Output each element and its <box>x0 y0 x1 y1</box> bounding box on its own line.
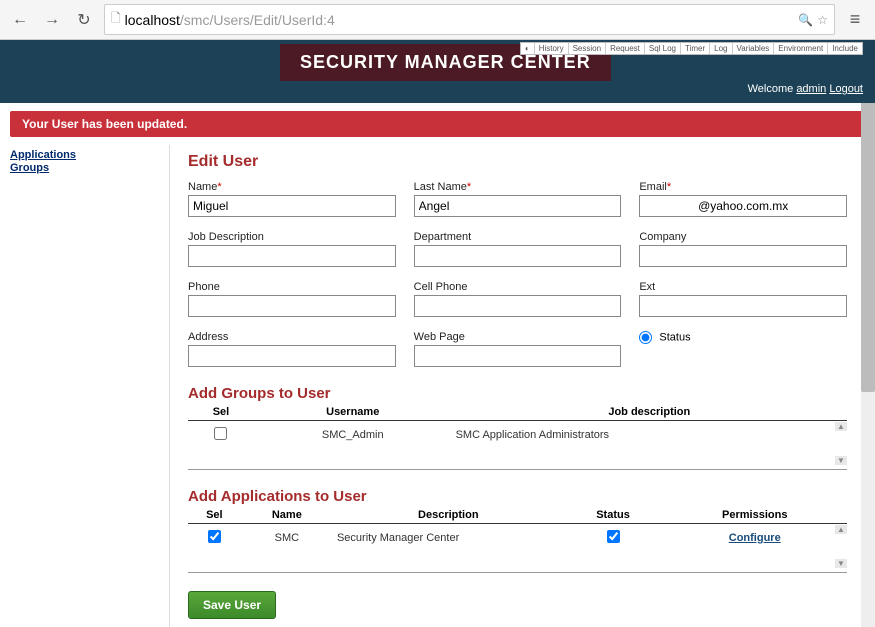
groups-scroll-up-icon[interactable]: ▲ <box>835 422 847 431</box>
url-bar[interactable]: 🗋 localhost/smc/Users/Edit/UserId:4 🔍 ☆ <box>104 4 835 35</box>
cellphone-label: Cell Phone <box>414 281 622 293</box>
department-input[interactable] <box>414 245 622 267</box>
save-button[interactable]: Save User <box>188 591 276 619</box>
groups-title: Add Groups to User <box>188 385 847 402</box>
page-icon: 🗋 <box>111 9 121 30</box>
app-sel-checkbox[interactable] <box>208 530 221 543</box>
company-input[interactable] <box>639 245 847 267</box>
debug-toolbar[interactable]: ◐ History Session Request Sql Log Timer … <box>520 42 863 55</box>
apps-table: Sel Name Description Status Permissions … <box>188 507 847 552</box>
apps-scroll-up-icon[interactable]: ▲ <box>835 525 847 534</box>
cellphone-input[interactable] <box>414 295 622 317</box>
table-row: SMC Security Manager Center Configure <box>188 524 847 553</box>
name-label: Name* <box>188 181 396 193</box>
user-line: Welcome admin Logout <box>0 81 875 97</box>
ext-label: Ext <box>639 281 847 293</box>
configure-link[interactable]: Configure <box>729 532 781 544</box>
lastname-input[interactable] <box>414 195 622 217</box>
ext-input[interactable] <box>639 295 847 317</box>
email-input[interactable] <box>639 195 847 217</box>
browser-chrome: ← → ↻ 🗋 localhost/smc/Users/Edit/UserId:… <box>0 0 875 40</box>
app-status-checkbox[interactable] <box>607 530 620 543</box>
forward-button[interactable]: → <box>40 8 64 32</box>
groups-scroll-down-icon[interactable]: ▼ <box>835 456 847 465</box>
logout-link[interactable]: Logout <box>829 83 863 95</box>
apps-title: Add Applications to User <box>188 488 847 505</box>
webpage-input[interactable] <box>414 345 622 367</box>
jobdesc-label: Job Description <box>188 231 396 243</box>
sidebar-applications[interactable]: Applications <box>10 149 169 161</box>
groups-header-row: Sel Username Job description <box>188 404 847 421</box>
main-content: Edit User Name* Last Name* Email* Job De… <box>170 145 865 627</box>
groups-table-wrap: Sel Username Job description SMC_Admin S… <box>188 404 847 470</box>
company-label: Company <box>639 231 847 243</box>
group-sel-checkbox[interactable] <box>214 427 227 440</box>
url-text: localhost/smc/Users/Edit/UserId:4 <box>125 12 799 28</box>
webpage-label: Web Page <box>414 331 622 343</box>
page-title: Edit User <box>188 153 847 171</box>
flash-message: Your User has been updated. <box>10 111 865 137</box>
sidebar-groups[interactable]: Groups <box>10 162 169 174</box>
star-icon[interactable]: ☆ <box>817 13 828 27</box>
status-label: Status <box>659 331 690 343</box>
debug-icon[interactable]: ◐ <box>521 43 535 54</box>
sidebar: Applications Groups <box>10 145 170 627</box>
user-link[interactable]: admin <box>796 83 826 95</box>
jobdesc-input[interactable] <box>188 245 396 267</box>
apps-scroll-down-icon[interactable]: ▼ <box>835 559 847 568</box>
name-input[interactable] <box>188 195 396 217</box>
zoom-icon[interactable]: 🔍 <box>798 13 813 27</box>
lastname-label: Last Name* <box>414 181 622 193</box>
department-label: Department <box>414 231 622 243</box>
hamburger-icon[interactable]: ≡ <box>843 9 867 30</box>
back-button[interactable]: ← <box>8 8 32 32</box>
email-label: Email* <box>639 181 847 193</box>
address-input[interactable] <box>188 345 396 367</box>
reload-button[interactable]: ↻ <box>72 8 96 32</box>
page-scrollbar[interactable] <box>861 40 875 627</box>
phone-label: Phone <box>188 281 396 293</box>
app-header: ◐ History Session Request Sql Log Timer … <box>0 40 875 103</box>
address-label: Address <box>188 331 396 343</box>
table-row: SMC_Admin SMC Application Administrators <box>188 421 847 450</box>
apps-header-row: Sel Name Description Status Permissions <box>188 507 847 524</box>
groups-table: Sel Username Job description SMC_Admin S… <box>188 404 847 449</box>
apps-table-wrap: Sel Name Description Status Permissions … <box>188 507 847 573</box>
phone-input[interactable] <box>188 295 396 317</box>
status-radio[interactable] <box>639 331 652 344</box>
